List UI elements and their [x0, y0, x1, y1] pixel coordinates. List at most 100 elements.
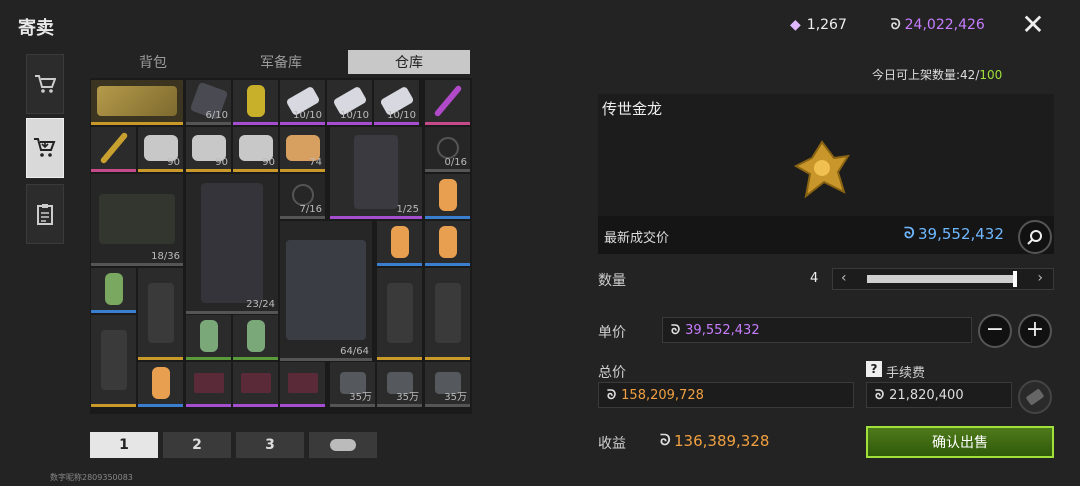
inventory-item[interactable]: 90 — [233, 127, 278, 172]
sidebar-item-records[interactable] — [26, 184, 64, 244]
fee-ticket-button[interactable] — [1018, 380, 1052, 414]
coin-icon: ᘐ — [660, 431, 671, 449]
confirm-sell-button[interactable]: 确认出售 — [866, 426, 1054, 458]
inventory-item[interactable] — [425, 221, 470, 266]
income-label: 收益 — [598, 436, 626, 452]
page-button-more[interactable] — [309, 432, 377, 458]
sell-cart-icon — [34, 138, 56, 157]
inventory-item[interactable] — [91, 80, 183, 125]
currency-bar: ◆ 1,267 ᘐ 24,022,426 — [790, 14, 1030, 36]
inventory-item[interactable]: 6/10 — [186, 80, 231, 125]
tab-warehouse[interactable]: 仓库 — [348, 50, 470, 74]
inventory-item[interactable] — [280, 362, 325, 407]
fee-help-button[interactable]: ? — [866, 361, 882, 377]
close-icon: ✕ — [1021, 8, 1045, 41]
daily-listing-limit: 今日可上架数量:42/100 — [872, 66, 1002, 83]
quantity-label: 数量 — [598, 273, 626, 289]
chevron-left-icon[interactable]: ‹ — [841, 270, 847, 286]
inventory-item[interactable]: 7/16 — [280, 174, 325, 219]
daily-used: 42 — [960, 68, 976, 82]
latest-price: 39,552,432 — [918, 225, 1004, 243]
sidebar-item-consign[interactable] — [26, 118, 64, 178]
coin-icon: ᘐ — [890, 17, 901, 33]
latest-price-bar: 最新成交价 ᘐ 39,552,432 — [598, 216, 1054, 254]
quantity-value: 4 — [810, 271, 819, 286]
quantity-slider[interactable]: ‹ › — [832, 268, 1054, 290]
inventory-item[interactable] — [377, 268, 422, 360]
income-value: 136,389,328 — [674, 432, 770, 450]
increase-price-button[interactable]: + — [1018, 314, 1052, 348]
coin-icon: ᘐ — [671, 322, 681, 338]
inventory-item[interactable] — [425, 80, 470, 125]
search-icon — [1027, 230, 1042, 245]
sidebar-item-shop[interactable] — [26, 54, 64, 114]
inventory-item[interactable]: 35万 — [425, 362, 470, 407]
inventory-item[interactable]: 90 — [186, 127, 231, 172]
minus-icon: − — [985, 317, 1005, 342]
inventory-item[interactable] — [425, 268, 470, 360]
page-button-1[interactable]: 1 — [90, 432, 158, 458]
inventory-item[interactable] — [138, 268, 183, 360]
unit-price-label: 单价 — [598, 325, 626, 341]
inventory-item[interactable]: 10/10 — [327, 80, 372, 125]
inventory-item[interactable] — [138, 362, 183, 407]
page-button-2[interactable]: 2 — [163, 432, 231, 458]
page-button-3[interactable]: 3 — [236, 432, 304, 458]
cart-icon — [35, 75, 56, 93]
inventory-item[interactable] — [233, 80, 278, 125]
slider-fill — [867, 275, 1015, 283]
inventory-item[interactable] — [425, 174, 470, 219]
inventory-item[interactable] — [91, 268, 136, 313]
inventory-item[interactable]: 18/36 — [91, 174, 183, 266]
ticket-icon — [1025, 388, 1045, 406]
inventory-item[interactable]: 64/64 — [280, 221, 372, 361]
latest-price-label: 最新成交价 — [604, 231, 670, 246]
player-id: 数字昵称2809350083 — [50, 473, 133, 482]
coin-icon: ᘐ — [875, 387, 885, 403]
inventory-item[interactable] — [91, 315, 136, 407]
coin-amount: 24,022,426 — [904, 17, 985, 33]
inventory-item[interactable]: 35万 — [330, 362, 375, 407]
item-name: 传世金龙 — [602, 100, 663, 118]
tab-armory[interactable]: 军备库 — [220, 50, 342, 74]
inventory-item[interactable]: 1/25 — [330, 127, 422, 219]
close-button[interactable]: ✕ — [1018, 10, 1048, 40]
chevron-right-icon[interactable]: › — [1037, 270, 1043, 286]
fee-label: 手续费 — [886, 366, 926, 381]
fee-value: 21,820,400 — [889, 387, 964, 403]
fee-field: ᘐ 21,820,400 — [866, 382, 1012, 408]
inventory-item[interactable] — [91, 127, 136, 172]
unit-price-value: 39,552,432 — [685, 322, 760, 338]
inventory-item[interactable]: 0/16 — [425, 127, 470, 172]
inventory-item[interactable]: 10/10 — [374, 80, 419, 125]
golden-dragon-icon — [793, 140, 850, 199]
coin-icon: ᘐ — [904, 224, 915, 242]
inventory-grid: 6/10 10/10 10/10 10/10 90 90 90 74 1/25 — [90, 78, 472, 414]
inventory-item[interactable]: 35万 — [377, 362, 422, 407]
inventory-item[interactable]: 23/24 — [186, 174, 278, 314]
total-field: ᘐ 158,209,728 — [598, 382, 854, 408]
coin-icon: ᘐ — [607, 387, 617, 403]
item-preview-panel: 传世金龙 最新成交价 ᘐ 39,552,432 — [598, 94, 1054, 254]
inventory-item[interactable] — [186, 315, 231, 360]
inventory-item[interactable] — [233, 362, 278, 407]
daily-limit-label: 今日可上架数量: — [872, 68, 961, 82]
unit-price-field[interactable]: ᘐ 39,552,432 — [662, 317, 972, 343]
tab-backpack[interactable]: 背包 — [92, 50, 214, 74]
plus-icon: + — [1025, 317, 1045, 342]
inventory-item[interactable] — [377, 221, 422, 266]
search-button[interactable] — [1018, 220, 1052, 254]
page-title: 寄卖 — [18, 18, 54, 39]
daily-max: 100 — [979, 68, 1003, 82]
total-label: 总价 — [598, 365, 626, 381]
inventory-item[interactable]: 90 — [138, 127, 183, 172]
diamond-amount: 1,267 — [806, 17, 847, 33]
inventory-item[interactable]: 74 — [280, 127, 325, 172]
slider-handle[interactable] — [1013, 271, 1017, 287]
decrease-price-button[interactable]: − — [978, 314, 1012, 348]
inventory-item[interactable]: 10/10 — [280, 80, 325, 125]
inventory-item[interactable] — [186, 362, 231, 407]
expand-slots-icon — [330, 439, 356, 451]
total-value: 158,209,728 — [621, 387, 704, 403]
inventory-item[interactable] — [233, 315, 278, 360]
